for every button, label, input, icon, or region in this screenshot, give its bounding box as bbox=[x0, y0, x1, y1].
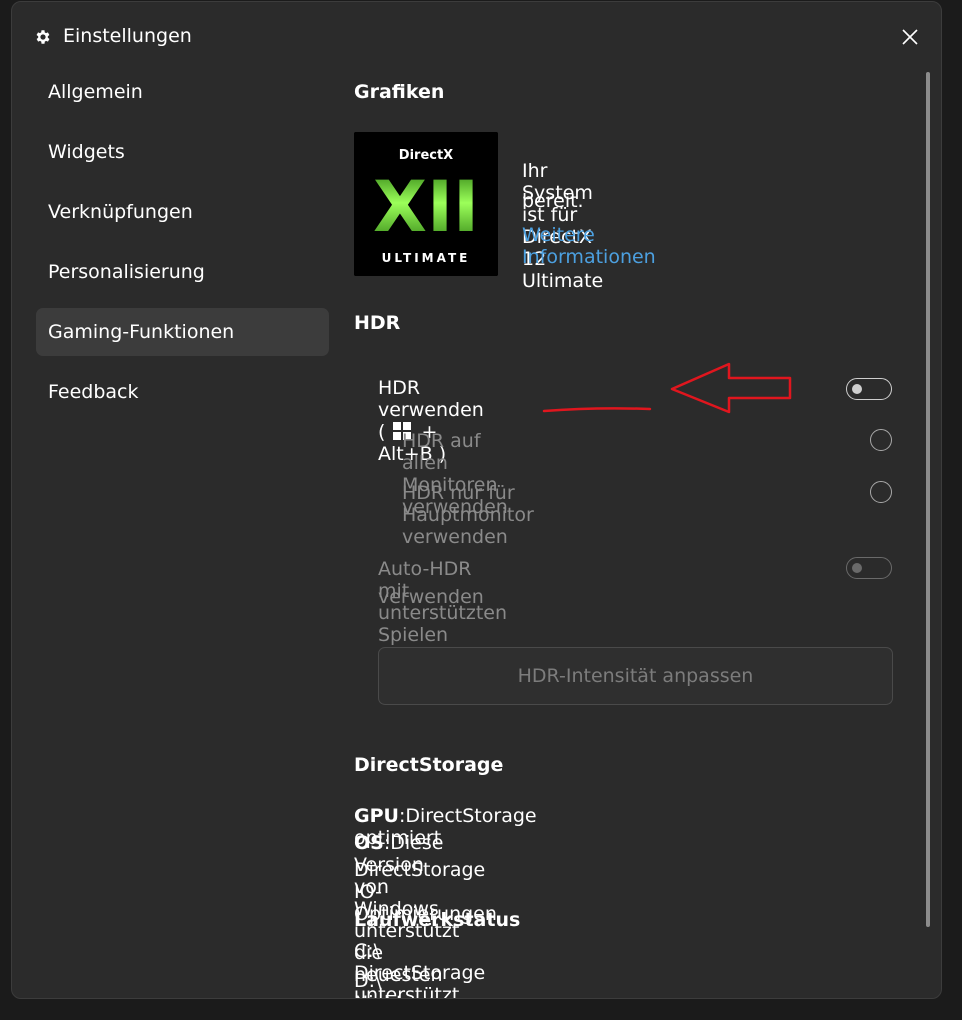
directstorage-heading: DirectStorage bbox=[354, 754, 504, 776]
red-arrow-icon bbox=[542, 362, 792, 414]
title-bar: Einstellungen bbox=[12, 2, 941, 72]
sidebar-item-widgets[interactable]: Widgets bbox=[36, 128, 329, 176]
graphics-heading: Grafiken bbox=[354, 81, 445, 103]
logo-ultimate-text: ULTIMATE bbox=[382, 251, 471, 265]
drive-d-status: D:\ Nicht-NVMe-Laufwerk bbox=[354, 970, 410, 998]
gear-icon bbox=[36, 30, 50, 44]
gpu-label: GPU bbox=[354, 805, 399, 827]
hdr-main-monitor-radio[interactable] bbox=[870, 481, 892, 503]
hdr-use-toggle[interactable] bbox=[846, 378, 892, 400]
more-info-link[interactable]: Weitere Informationen bbox=[522, 224, 656, 268]
sidebar-item-personalisierung[interactable]: Personalisierung bbox=[36, 248, 329, 296]
vertical-scrollbar[interactable] bbox=[926, 72, 930, 927]
os-label: OS bbox=[354, 832, 384, 854]
hdr-heading: HDR bbox=[354, 312, 401, 334]
drive-status-heading: Laufwerkstatus bbox=[354, 909, 521, 931]
sidebar-item-verknuepfungen[interactable]: Verknüpfungen bbox=[36, 188, 329, 236]
hdr-use-toggle-knob bbox=[852, 384, 862, 394]
auto-hdr-label-line2: verwenden bbox=[378, 586, 484, 608]
settings-window: Einstellungen Allgemein Widgets Verknüpf… bbox=[11, 1, 942, 999]
auto-hdr-toggle-knob bbox=[852, 563, 862, 573]
sidebar-item-feedback[interactable]: Feedback bbox=[36, 368, 329, 416]
close-icon[interactable] bbox=[895, 22, 925, 52]
logo-xii-text: XII bbox=[373, 166, 479, 248]
sidebar-item-allgemein[interactable]: Allgemein bbox=[36, 68, 329, 116]
sidebar-item-gaming-funktionen[interactable]: Gaming-Funktionen bbox=[36, 308, 329, 356]
directx-12-ultimate-logo: DirectX XII ULTIMATE bbox=[354, 132, 498, 276]
logo-directx-text: DirectX bbox=[399, 148, 453, 163]
hdr-all-monitors-radio[interactable] bbox=[870, 429, 892, 451]
window-title: Einstellungen bbox=[63, 25, 192, 47]
auto-hdr-toggle[interactable] bbox=[846, 557, 892, 579]
hdr-intensity-button[interactable]: HDR-Intensität anpassen bbox=[378, 647, 893, 705]
directx-status-line2: bereit. bbox=[522, 190, 584, 212]
hdr-main-monitor-label: HDR nur für Hauptmonitor verwenden bbox=[402, 482, 534, 548]
